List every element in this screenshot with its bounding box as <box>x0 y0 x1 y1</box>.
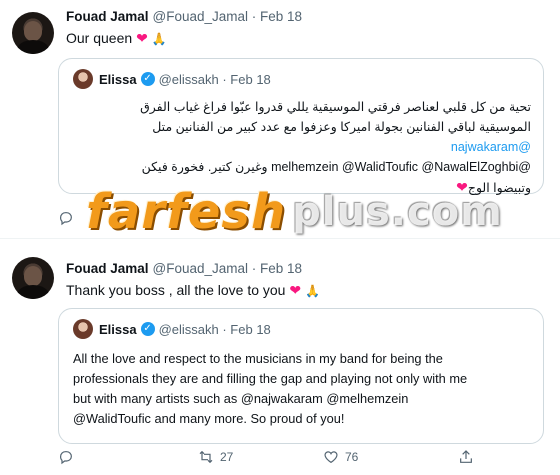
heart-emoji: ❤ <box>289 282 302 298</box>
praying-hands-emoji: 🙏 <box>304 284 320 298</box>
share-icon <box>460 450 472 463</box>
handle-date[interactable]: @Fouad_Jamal · Feb 18 <box>153 9 303 24</box>
tweet-text: Our queen ❤ 🙏 <box>66 30 167 47</box>
quoted-header: Elissa ✓ @elissakh · Feb 18 <box>73 319 271 339</box>
avatar <box>73 69 93 89</box>
quoted-tweet[interactable]: Elissa ✓ @elissakh · Feb 18 تحية من كل ق… <box>58 58 544 195</box>
quoted-line: All the love and respect to the musician… <box>73 351 443 366</box>
heart-emoji: ❤ <box>136 30 148 46</box>
retweet-icon <box>199 450 213 464</box>
reply-button[interactable] <box>58 210 80 226</box>
quoted-handle-date: @elissakh · Feb 18 <box>158 71 271 87</box>
avatar[interactable] <box>12 257 54 299</box>
author-name[interactable]: Fouad Jamal <box>66 261 149 276</box>
retweet-button[interactable]: 27 <box>198 449 233 465</box>
tweet-header: Fouad Jamal @Fouad_Jamal · Feb 18 <box>66 261 302 276</box>
tweet-text-content: Our queen <box>66 30 133 46</box>
quoted-tweet[interactable]: Elissa ✓ @elissakh · Feb 18 All the love… <box>58 308 544 444</box>
share-button[interactable] <box>458 449 474 465</box>
verified-icon: ✓ <box>140 72 155 86</box>
handle-date[interactable]: @Fouad_Jamal · Feb 18 <box>153 261 303 276</box>
quoted-author-name: Elissa <box>99 321 137 337</box>
avatar <box>73 319 93 339</box>
reply-icon <box>60 451 72 465</box>
quoted-line: professionals they are and filling the g… <box>73 371 468 386</box>
quoted-line: @WalidToufic and many more. So proud of … <box>73 411 345 426</box>
watermark: farfesh plus.com <box>86 178 502 246</box>
retweet-count: 27 <box>220 450 234 464</box>
watermark-suffix: plus.com <box>292 189 503 235</box>
tweet-header: Fouad Jamal @Fouad_Jamal · Feb 18 <box>66 9 302 24</box>
author-name[interactable]: Fouad Jamal <box>66 9 149 24</box>
quoted-text: All the love and respect to the musician… <box>73 349 529 429</box>
reply-icon <box>60 212 72 226</box>
tweet-text-content: Thank you boss , all the love to you <box>66 282 286 298</box>
quoted-handle-date: @elissakh · Feb 18 <box>158 321 271 337</box>
like-count: 76 <box>345 450 359 464</box>
quoted-line: @melhemzein @WalidToufic @NawalElZoghbi … <box>141 160 531 174</box>
watermark-logo: farfesh <box>86 184 287 240</box>
like-button[interactable]: 76 <box>323 449 358 465</box>
reply-button[interactable] <box>58 449 80 465</box>
quoted-line: @najwakaram <box>450 140 531 154</box>
quoted-line: الموسيقية لباقي الفنانين بجولة اميركا وع… <box>152 120 531 134</box>
like-icon <box>324 451 338 464</box>
quoted-header: Elissa ✓ @elissakh · Feb 18 <box>73 69 271 89</box>
quoted-line: but with many artists such as @najwakara… <box>73 391 409 406</box>
tweet-actions: 27 76 <box>58 449 528 471</box>
tweet[interactable]: Fouad Jamal @Fouad_Jamal · Feb 18 Thank y… <box>0 251 560 475</box>
verified-icon: ✓ <box>140 322 155 336</box>
avatar[interactable] <box>12 12 54 54</box>
praying-hands-emoji: 🙏 <box>151 32 167 46</box>
quoted-author-name: Elissa <box>99 71 137 87</box>
tweet-text: Thank you boss , all the love to you ❤ 🙏 <box>66 282 320 299</box>
quoted-line: تحية من كل قلبي لعناصر فرقتي الموسيقية ي… <box>140 100 531 114</box>
